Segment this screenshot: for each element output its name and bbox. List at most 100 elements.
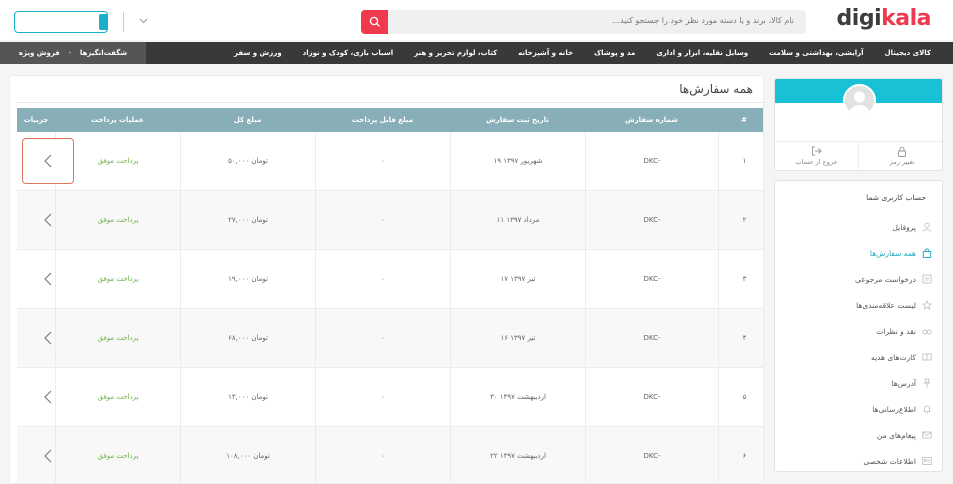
nav-item[interactable]: کتاب، لوازم تحریر و هنر	[414, 49, 497, 57]
nav-item[interactable]: مد و پوشاک	[594, 49, 635, 57]
bell-icon	[922, 404, 932, 414]
table-row: ۳ DKC- ۱۷ تیر ۱۳۹۷ ۰ ۱۹,۰۰۰ تومان پرداخت موفق	[17, 250, 763, 309]
sidebar-item-label: پیغام‌های من	[876, 430, 916, 440]
cell-date: ۲۲ اردیبهشت ۱۳۹۷	[450, 427, 585, 483]
chevron-left-icon	[44, 390, 52, 404]
logout-button[interactable]: خروج از حساب	[775, 142, 859, 170]
account-menu-title: حساب کاربری شما	[866, 193, 926, 202]
column-header: تاریخ ثبت سفارش	[486, 116, 549, 124]
order-details-button[interactable]	[22, 256, 74, 302]
cell-order: DKC-	[585, 368, 718, 426]
chevron-down-icon	[139, 18, 147, 24]
order-details-button[interactable]	[22, 197, 74, 243]
sidebar-item[interactable]: آدرس‌ها	[773, 370, 942, 396]
login-button[interactable]	[14, 11, 108, 33]
sidebar-item-label: لیست علاقه‌مندی‌ها	[856, 300, 916, 310]
order-details-button[interactable]	[22, 315, 74, 361]
cell-details	[17, 250, 79, 308]
page-title: همه سفارش‌ها	[679, 82, 753, 96]
nav-dot: •	[67, 49, 72, 57]
cell-date: ۱۷ تیر ۱۳۹۷	[450, 250, 585, 308]
digikala-logo[interactable]: digikala	[837, 6, 932, 31]
table-row: ۱ DKC- ۱۹ شهریور ۱۳۹۷ ۰ ۵۰,۰۰۰ تومان پرداخت م…	[17, 132, 763, 191]
sidebar-item-label: درخواست مرجوعی	[855, 274, 916, 284]
pin-icon	[922, 378, 932, 388]
cell-date: ۱۹ شهریور ۱۳۹۷	[450, 132, 585, 190]
sidebar-item[interactable]: درخواست مرجوعی	[773, 266, 942, 292]
column-header: مبلغ کل	[233, 116, 262, 124]
sidebar-item-label: اطلاع‌رسانی‌ها	[872, 404, 916, 414]
user-icon	[922, 222, 932, 232]
sidebar-item[interactable]: پروفایل	[773, 214, 942, 240]
avatar	[843, 84, 876, 117]
id-card-icon	[922, 456, 932, 466]
chevron-left-icon	[44, 449, 52, 463]
sidebar-item[interactable]: اطلاع‌رسانی‌ها	[773, 396, 942, 422]
nav-item[interactable]: ورزش و سفر	[234, 49, 282, 57]
nav-amazing-offers[interactable]: فروش ویژه	[19, 49, 60, 57]
cell-total: ۵۰,۰۰۰ تومان	[180, 132, 315, 190]
nav-item[interactable]: وسایل نقلیه، ابزار و اداری	[656, 49, 748, 57]
cell-total: ۲۷,۰۰۰ تومان	[180, 191, 315, 249]
table-row: ۶ DKC- ۲۲ اردیبهشت ۱۳۹۷ ۰ ۱۰۸,۰۰۰ تومان پرداخ…	[17, 427, 763, 483]
sidebar-item[interactable]: نقد و نظرات	[773, 318, 942, 344]
cell-payable: ۰	[315, 250, 450, 308]
cell-total: ۱۰۸,۰۰۰ تومان	[180, 427, 315, 483]
sidebar-item[interactable]: اطلاعات شخصی	[773, 448, 942, 474]
search-input[interactable]: نام کالا، برند و یا دسته مورد نظر خود را…	[612, 16, 794, 25]
nav-item[interactable]: کالای دیجیتال	[885, 49, 931, 57]
column-header: #	[741, 116, 747, 124]
cell-total: ۱۹,۰۰۰ تومان	[180, 250, 315, 308]
nav-special-links: شگفت‌انگیزها • فروش ویژه	[0, 42, 146, 64]
chevron-left-icon	[44, 213, 52, 227]
cell-order: DKC-	[585, 132, 718, 190]
sidebar-item[interactable]: پیغام‌های من	[773, 422, 942, 448]
star-icon	[922, 300, 932, 310]
search-icon	[369, 16, 380, 28]
cell-details	[17, 132, 79, 190]
cell-index: ۲	[718, 191, 763, 249]
order-details-button[interactable]	[22, 433, 74, 479]
sidebar-item-label: کارت‌های هدیه	[870, 352, 916, 362]
cell-order: DKC-	[585, 250, 718, 308]
column-header: عملیات پرداخت	[91, 116, 144, 124]
change-password-button[interactable]: تغییر رمز	[860, 142, 942, 170]
sidebar-item[interactable]: همه سفارش‌ها	[773, 240, 942, 266]
profile-card: تغییر رمز خروج از حساب	[774, 78, 943, 171]
lock-icon	[898, 146, 906, 157]
sidebar-item-label: آدرس‌ها	[891, 378, 916, 388]
nav-item[interactable]: اسباب بازی، کودک و نوزاد	[303, 49, 394, 57]
nav-item[interactable]: آرایشی، بهداشتی و سلامت	[769, 49, 863, 57]
cell-payable: ۰	[315, 427, 450, 483]
cell-payable: ۰	[315, 309, 450, 367]
cell-payable: ۰	[315, 368, 450, 426]
nav-special-offers[interactable]: شگفت‌انگیزها	[80, 49, 127, 57]
cell-date: ۱۱ مرداد ۱۳۹۷	[450, 191, 585, 249]
table-row: ۵ DKC- ۳۰ اردیبهشت ۱۳۹۷ ۰ ۱۳,۰۰۰ تومان پرداخت…	[17, 368, 763, 427]
site-header: digikala نام کالا، برند و یا دسته مورد ن…	[0, 0, 953, 40]
return-icon	[922, 274, 932, 284]
search-bar[interactable]: نام کالا، برند و یا دسته مورد نظر خود را…	[361, 10, 806, 34]
account-menu: حساب کاربری شما پروفایل همه سفارش‌ها درخوا…	[774, 180, 943, 472]
cell-date: ۳۰ اردیبهشت ۱۳۹۷	[450, 368, 585, 426]
cell-index: ۵	[718, 368, 763, 426]
orders-panel: همه سفارش‌ها # شماره سفارش تاریخ ثبت سفارش…	[9, 75, 764, 484]
login-tab	[99, 14, 107, 30]
sidebar-item[interactable]: کارت‌های هدیه	[773, 344, 942, 370]
header-divider	[123, 12, 124, 32]
account-dropdown[interactable]	[136, 14, 150, 28]
glasses-icon	[922, 326, 932, 336]
change-password-label: تغییر رمز	[889, 158, 915, 166]
sidebar-item[interactable]: لیست علاقه‌مندی‌ها	[773, 292, 942, 318]
cell-details	[17, 191, 79, 249]
logout-icon	[812, 146, 822, 156]
column-header: شماره سفارش	[624, 116, 679, 124]
order-details-button[interactable]	[22, 138, 74, 184]
sidebar-item-label: پروفایل	[892, 222, 917, 232]
cell-index: ۶	[718, 427, 763, 483]
order-details-button[interactable]	[22, 374, 74, 420]
cell-index: ۳	[718, 250, 763, 308]
search-button[interactable]	[361, 10, 388, 34]
bag-icon	[922, 248, 932, 258]
nav-item[interactable]: خانه و آشپزخانه	[518, 49, 573, 57]
